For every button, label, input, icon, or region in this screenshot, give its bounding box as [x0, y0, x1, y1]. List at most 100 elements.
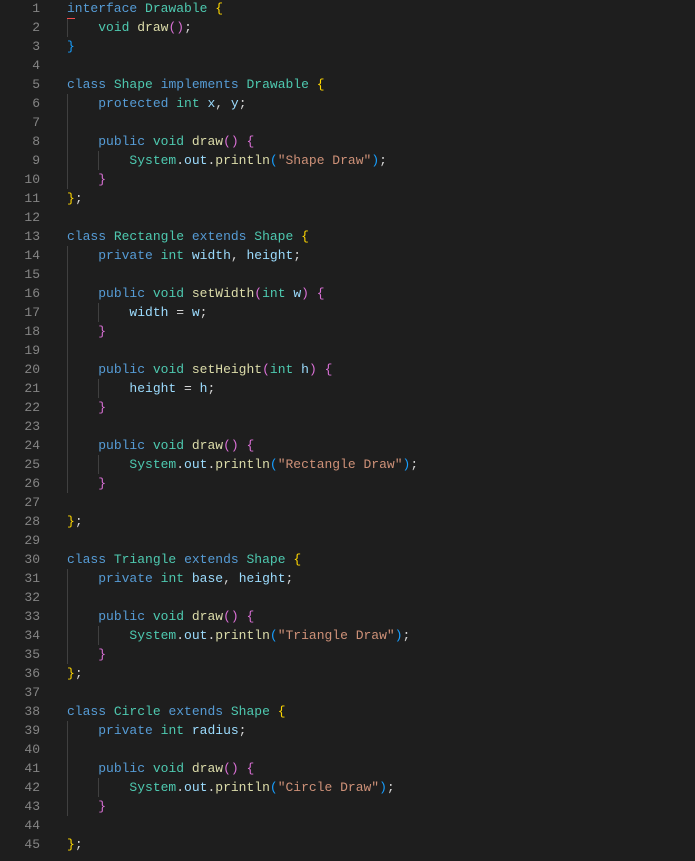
code-line[interactable]: 12 — [0, 208, 695, 227]
code-line[interactable]: 28}; — [0, 512, 695, 531]
code-line[interactable]: 15 — [0, 265, 695, 284]
code-line[interactable]: 38 class Circle extends Shape { — [0, 702, 695, 721]
code-line[interactable]: 39 private int radius; — [0, 721, 695, 740]
code-token: } — [98, 324, 107, 339]
code-text: } — [67, 170, 106, 189]
code-line[interactable]: 41 public void draw() { — [0, 759, 695, 778]
code-line[interactable]: 35 } — [0, 645, 695, 664]
code-text: } — [67, 322, 106, 341]
code-token: int — [160, 723, 185, 738]
code-token: height — [129, 381, 177, 396]
code-line[interactable]: 14 private int width, height; — [0, 246, 695, 265]
line-number: 36 — [24, 666, 40, 681]
code-text: System.out.println("Rectangle Draw"); — [67, 455, 418, 474]
code-line[interactable]: 16 public void setWidth(int w) { — [0, 284, 695, 303]
code-line[interactable]: 7 — [0, 113, 695, 132]
code-token: Drawable — [246, 77, 309, 92]
line-number: 19 — [24, 343, 40, 358]
code-text: class Rectangle extends Shape { — [67, 227, 309, 246]
code-line[interactable]: 23 — [0, 417, 695, 436]
code-line[interactable]: 25 System.out.println("Rectangle Draw"); — [0, 455, 695, 474]
code-line[interactable]: 3} — [0, 37, 695, 56]
code-line[interactable]: 33 public void draw() { — [0, 607, 695, 626]
code-line[interactable]: 40 — [0, 740, 695, 759]
code-token: width — [191, 248, 231, 263]
code-line[interactable]: 1 interface Drawable { — [0, 0, 695, 18]
code-token: void — [152, 761, 185, 776]
indent-guide — [67, 417, 68, 436]
code-line[interactable]: 5 class Shape implements Drawable { — [0, 75, 695, 94]
code-line[interactable]: 21 height = h; — [0, 379, 695, 398]
code-line[interactable]: 31 private int base, height; — [0, 569, 695, 588]
code-line[interactable]: 34 System.out.println("Triangle Draw"); — [0, 626, 695, 645]
code-token: { — [301, 229, 309, 244]
code-line[interactable]: 10 } — [0, 170, 695, 189]
line-number: 41 — [24, 761, 40, 776]
code-line[interactable]: 30 class Triangle extends Shape { — [0, 550, 695, 569]
code-token: System — [129, 457, 177, 472]
code-line[interactable]: 43 } — [0, 797, 695, 816]
code-line[interactable]: 27 — [0, 493, 695, 512]
code-line[interactable]: 24 public void draw() { — [0, 436, 695, 455]
code-editor[interactable]: 1 interface Drawable {2 void draw(); 3} 4 5 c… — [0, 0, 695, 854]
line-number: 7 — [32, 115, 40, 130]
code-line[interactable]: 26 } — [0, 474, 695, 493]
line-number: 31 — [24, 571, 40, 586]
code-line[interactable]: 45}; — [0, 835, 695, 854]
code-line[interactable]: 13 class Rectangle extends Shape { — [0, 227, 695, 246]
line-number: 38 — [24, 704, 40, 719]
code-line[interactable]: 32 — [0, 588, 695, 607]
code-line[interactable]: 6 protected int x, y; — [0, 94, 695, 113]
code-line[interactable]: 8 public void draw() { — [0, 132, 695, 151]
code-token: { — [316, 77, 325, 92]
line-number: 3 — [32, 39, 40, 54]
code-line[interactable]: 2 void draw(); — [0, 18, 695, 37]
code-token: ( — [254, 286, 263, 301]
code-token: public — [98, 438, 146, 453]
code-line[interactable]: 37 — [0, 683, 695, 702]
code-line[interactable]: 44 — [0, 816, 695, 835]
code-token: Rectangle — [113, 229, 185, 244]
code-token: protected — [98, 96, 169, 111]
code-token: out — [184, 153, 208, 168]
code-token: "Circle Draw" — [277, 780, 380, 795]
line-number: 6 — [32, 96, 40, 111]
line-number: 9 — [32, 153, 40, 168]
code-line[interactable]: 11}; — [0, 189, 695, 208]
code-token: ; — [74, 514, 83, 529]
code-token: ; — [199, 305, 208, 320]
code-token: Shape — [246, 552, 286, 567]
code-line[interactable]: 17 width = w; — [0, 303, 695, 322]
code-line[interactable]: 22 } — [0, 398, 695, 417]
code-line[interactable]: 36}; — [0, 664, 695, 683]
code-line[interactable]: 20 public void setHeight(int h) { — [0, 360, 695, 379]
code-line[interactable]: 4 — [0, 56, 695, 75]
code-token: ( — [269, 628, 278, 643]
code-text: void draw(); — [67, 18, 192, 37]
code-line[interactable]: 42 System.out.println("Circle Draw"); — [0, 778, 695, 797]
error-squiggle — [67, 15, 75, 19]
code-token: private — [98, 723, 153, 738]
line-number: 18 — [24, 324, 40, 339]
code-token: () — [223, 609, 239, 624]
code-line[interactable]: 9 System.out.println("Shape Draw"); — [0, 151, 695, 170]
code-text: class Triangle extends Shape { — [67, 550, 301, 569]
code-line[interactable]: 19 — [0, 341, 695, 360]
line-number: 10 — [24, 172, 40, 187]
line-number: 13 — [24, 229, 40, 244]
code-line[interactable]: 29 — [0, 531, 695, 550]
code-token: out — [184, 457, 208, 472]
code-line[interactable]: 18 } — [0, 322, 695, 341]
line-number: 32 — [24, 590, 40, 605]
